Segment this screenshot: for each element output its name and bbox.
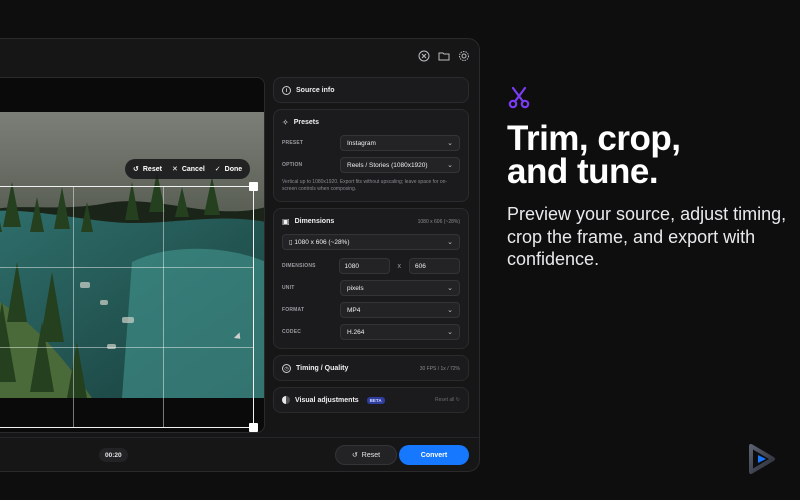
chevron-down-icon: ⌄ [447,239,453,246]
crop-frame[interactable] [0,182,258,432]
close-circle-icon[interactable] [417,49,431,63]
window-toolbar [417,49,471,63]
option-select[interactable]: Reels / Stories (1080x1920) ⌄ [340,157,460,173]
headline: Trim, crop, and tune. [507,119,681,191]
beta-badge: BETA [366,396,385,404]
reset-all-link[interactable]: Reset all ↻ [435,397,460,403]
close-icon: ✕ [171,166,178,173]
chevron-down-icon: ⌄ [447,307,453,314]
codec-select[interactable]: H.264 ⌄ [340,324,460,340]
unit-select[interactable]: pixels ⌄ [340,280,460,296]
presets-card: ✧ Presets PRESET Instagram ⌄ OPTION Reels … [273,109,469,202]
convert-button[interactable]: Convert [399,445,469,465]
chevron-down-icon: ⌄ [447,329,453,336]
chevron-down-icon: ⌄ [447,162,453,169]
reset-icon: ↺ [351,452,358,459]
folder-icon[interactable] [437,49,451,63]
settings-panel: i Source info ✧ Presets PRESET Instagram ⌄ … [273,77,469,419]
crop-done-button[interactable]: ✓ Done [214,165,242,174]
dimensions-icon: ▣ [282,217,290,226]
bottom-bar: 00:20 ↺ Reset Convert [0,437,479,471]
clock-icon: ◷ [282,364,291,373]
info-icon: i [282,86,291,95]
video-preview[interactable]: ↺ Reset ✕ Cancel ✓ Done [0,77,265,433]
chevron-down-icon: ⌄ [447,285,453,292]
timing-card[interactable]: ◷ Timing / Quality 30 FPS / 1x / 72% [273,355,469,381]
dimensions-card: ▣ Dimensions 1080 x 606 (~28%) ▯ 1080 x 6… [273,208,469,349]
subtext: Preview your source, adjust timing, crop… [507,204,787,269]
crop-reset-button[interactable]: ↺ Reset [133,165,162,174]
magic-wand-icon: ✧ [282,118,289,127]
palette-icon [282,396,290,404]
reset-icon: ↻ [455,397,460,403]
crop-cancel-button[interactable]: ✕ Cancel [171,165,205,174]
app-window: ↺ Reset ✕ Cancel ✓ Done i Source info ✧ Pr… [0,38,480,472]
reset-icon: ↺ [133,166,139,173]
crop-handle-top-right[interactable] [249,182,258,191]
play-logo-icon [749,444,775,474]
time-display: 00:20 [99,448,128,462]
preset-select[interactable]: Instagram ⌄ [340,135,460,151]
crop-toolbar: ↺ Reset ✕ Cancel ✓ Done [125,159,251,179]
scissors-icon [508,86,530,109]
height-input[interactable]: 606 [409,258,460,274]
width-input[interactable]: 1080 [338,258,390,274]
reset-button[interactable]: ↺ Reset [335,445,397,465]
source-info-card[interactable]: i Source info [273,77,469,103]
format-select[interactable]: MP4 ⌄ [340,302,460,318]
gear-icon[interactable] [457,49,471,63]
visual-adjustments-card[interactable]: Visual adjustments BETA Reset all ↻ [273,387,469,413]
chevron-down-icon: ⌄ [447,140,453,147]
check-icon: ✓ [214,166,221,173]
crop-handle-bottom-right[interactable] [249,423,258,432]
size-select[interactable]: ▯ 1080 x 606 (~28%) ⌄ [282,234,460,250]
presets-hint: Vertical up to 1080x1920. Export fits wi… [282,179,448,192]
